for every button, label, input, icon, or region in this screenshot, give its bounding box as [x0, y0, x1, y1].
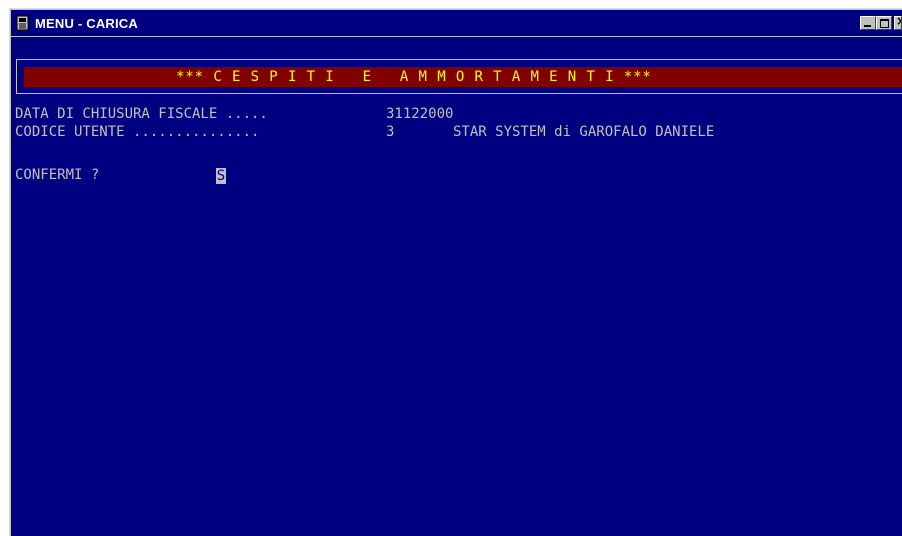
- console-window: MENU - CARICA × *** C E S P I T I E A M …: [9, 8, 902, 536]
- fiscal-close-value: 31122000: [386, 106, 454, 122]
- console-screen[interactable]: *** C E S P I T I E A M M O R T A M E N …: [11, 37, 902, 536]
- minimize-button[interactable]: [860, 16, 876, 30]
- program-title: *** C E S P I T I E A M M O R T A M E N …: [176, 69, 652, 85]
- confirm-prompt-label: CONFERMI ?: [15, 167, 100, 183]
- maximize-icon: [880, 19, 889, 28]
- window-title: MENU - CARICA: [35, 15, 138, 31]
- window-controls: ×: [860, 16, 902, 30]
- user-name: STAR SYSTEM di GAROFALO DANIELE: [453, 124, 715, 140]
- close-button[interactable]: ×: [894, 16, 902, 30]
- maximize-button[interactable]: [876, 16, 892, 30]
- confirm-input[interactable]: S: [216, 168, 226, 184]
- minimize-icon: [864, 25, 871, 27]
- fiscal-close-label: DATA DI CHIUSURA FISCALE .....: [15, 106, 268, 122]
- user-code-label: CODICE UTENTE ...............: [15, 124, 260, 140]
- close-icon: ×: [896, 17, 901, 28]
- title-bar[interactable]: MENU - CARICA ×: [11, 10, 902, 36]
- console-app-icon[interactable]: [16, 15, 30, 31]
- user-code-value: 3: [386, 124, 395, 140]
